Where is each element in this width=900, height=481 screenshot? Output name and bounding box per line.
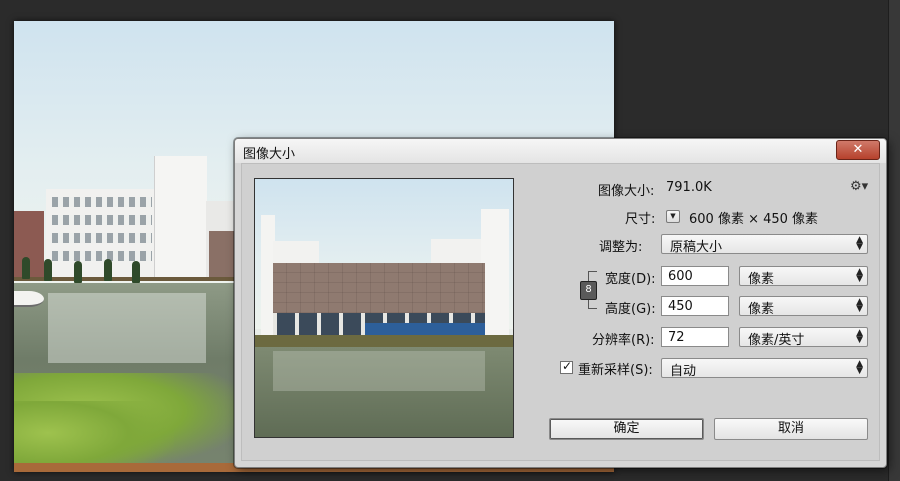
resolution-input[interactable]: [661, 327, 729, 347]
height-label: 高度(G):: [605, 302, 656, 317]
dimensions-menu-button[interactable]: ▼: [666, 210, 680, 223]
resample-checkbox[interactable]: ✓: [560, 359, 573, 374]
width-unit-select[interactable]: 像素 ▲ ▼: [739, 266, 868, 287]
select-arrows-icon: ▲ ▼: [856, 267, 863, 284]
preview-photo: [255, 179, 513, 437]
fit-to-value: 原稿大小: [670, 240, 723, 255]
close-icon: ✕: [852, 142, 864, 157]
resample-select[interactable]: 自动 ▲ ▼: [661, 358, 868, 379]
gear-icon[interactable]: ⚙▾: [850, 179, 868, 194]
width-label: 宽度(D):: [605, 272, 656, 287]
fit-to-label: 调整为:: [599, 240, 643, 255]
select-arrows-icon: ▲ ▼: [856, 359, 863, 376]
dialog-title: 图像大小: [243, 147, 296, 162]
height-unit-select[interactable]: 像素 ▲ ▼: [739, 296, 868, 317]
close-button[interactable]: ✕: [836, 140, 880, 160]
width-input[interactable]: [661, 266, 729, 286]
side-panel-edge: [888, 0, 900, 481]
width-unit-value: 像素: [748, 272, 775, 287]
resample-value: 自动: [670, 364, 697, 379]
resolution-unit-select[interactable]: 像素/英寸 ▲ ▼: [739, 327, 868, 348]
image-size-dialog: 图像大小 ✕ 图像大小: 791.0K ⚙▾ 尺寸: ▼ 600 像素 × 45…: [234, 138, 887, 468]
height-unit-value: 像素: [748, 302, 775, 317]
dimensions-label: 尺寸:: [625, 212, 656, 227]
checkmark-icon: ✓: [562, 359, 573, 373]
image-size-label: 图像大小:: [598, 184, 655, 199]
chevron-down-icon: ▼: [670, 212, 676, 220]
ok-button[interactable]: 确定: [549, 418, 704, 440]
dimensions-value: 600 像素 × 450 像素: [689, 212, 819, 227]
cancel-button[interactable]: 取消: [714, 418, 868, 440]
fit-to-select[interactable]: 原稿大小 ▲ ▼: [661, 234, 868, 255]
resample-label: 重新采样(S):: [578, 363, 653, 378]
height-input[interactable]: [661, 296, 729, 316]
resolution-unit-value: 像素/英寸: [748, 333, 805, 348]
chain-link-icon[interactable]: 8: [580, 281, 597, 300]
select-arrows-icon: ▲ ▼: [856, 235, 863, 252]
select-arrows-icon: ▲ ▼: [856, 328, 863, 345]
resolution-label: 分辨率(R):: [592, 333, 655, 348]
select-arrows-icon: ▲ ▼: [856, 297, 863, 314]
dialog-content: 图像大小: 791.0K ⚙▾ 尺寸: ▼ 600 像素 × 450 像素 调整…: [241, 163, 880, 461]
image-preview[interactable]: [254, 178, 514, 438]
dialog-titlebar[interactable]: 图像大小 ✕: [235, 139, 886, 163]
image-size-value: 791.0K: [666, 180, 712, 195]
